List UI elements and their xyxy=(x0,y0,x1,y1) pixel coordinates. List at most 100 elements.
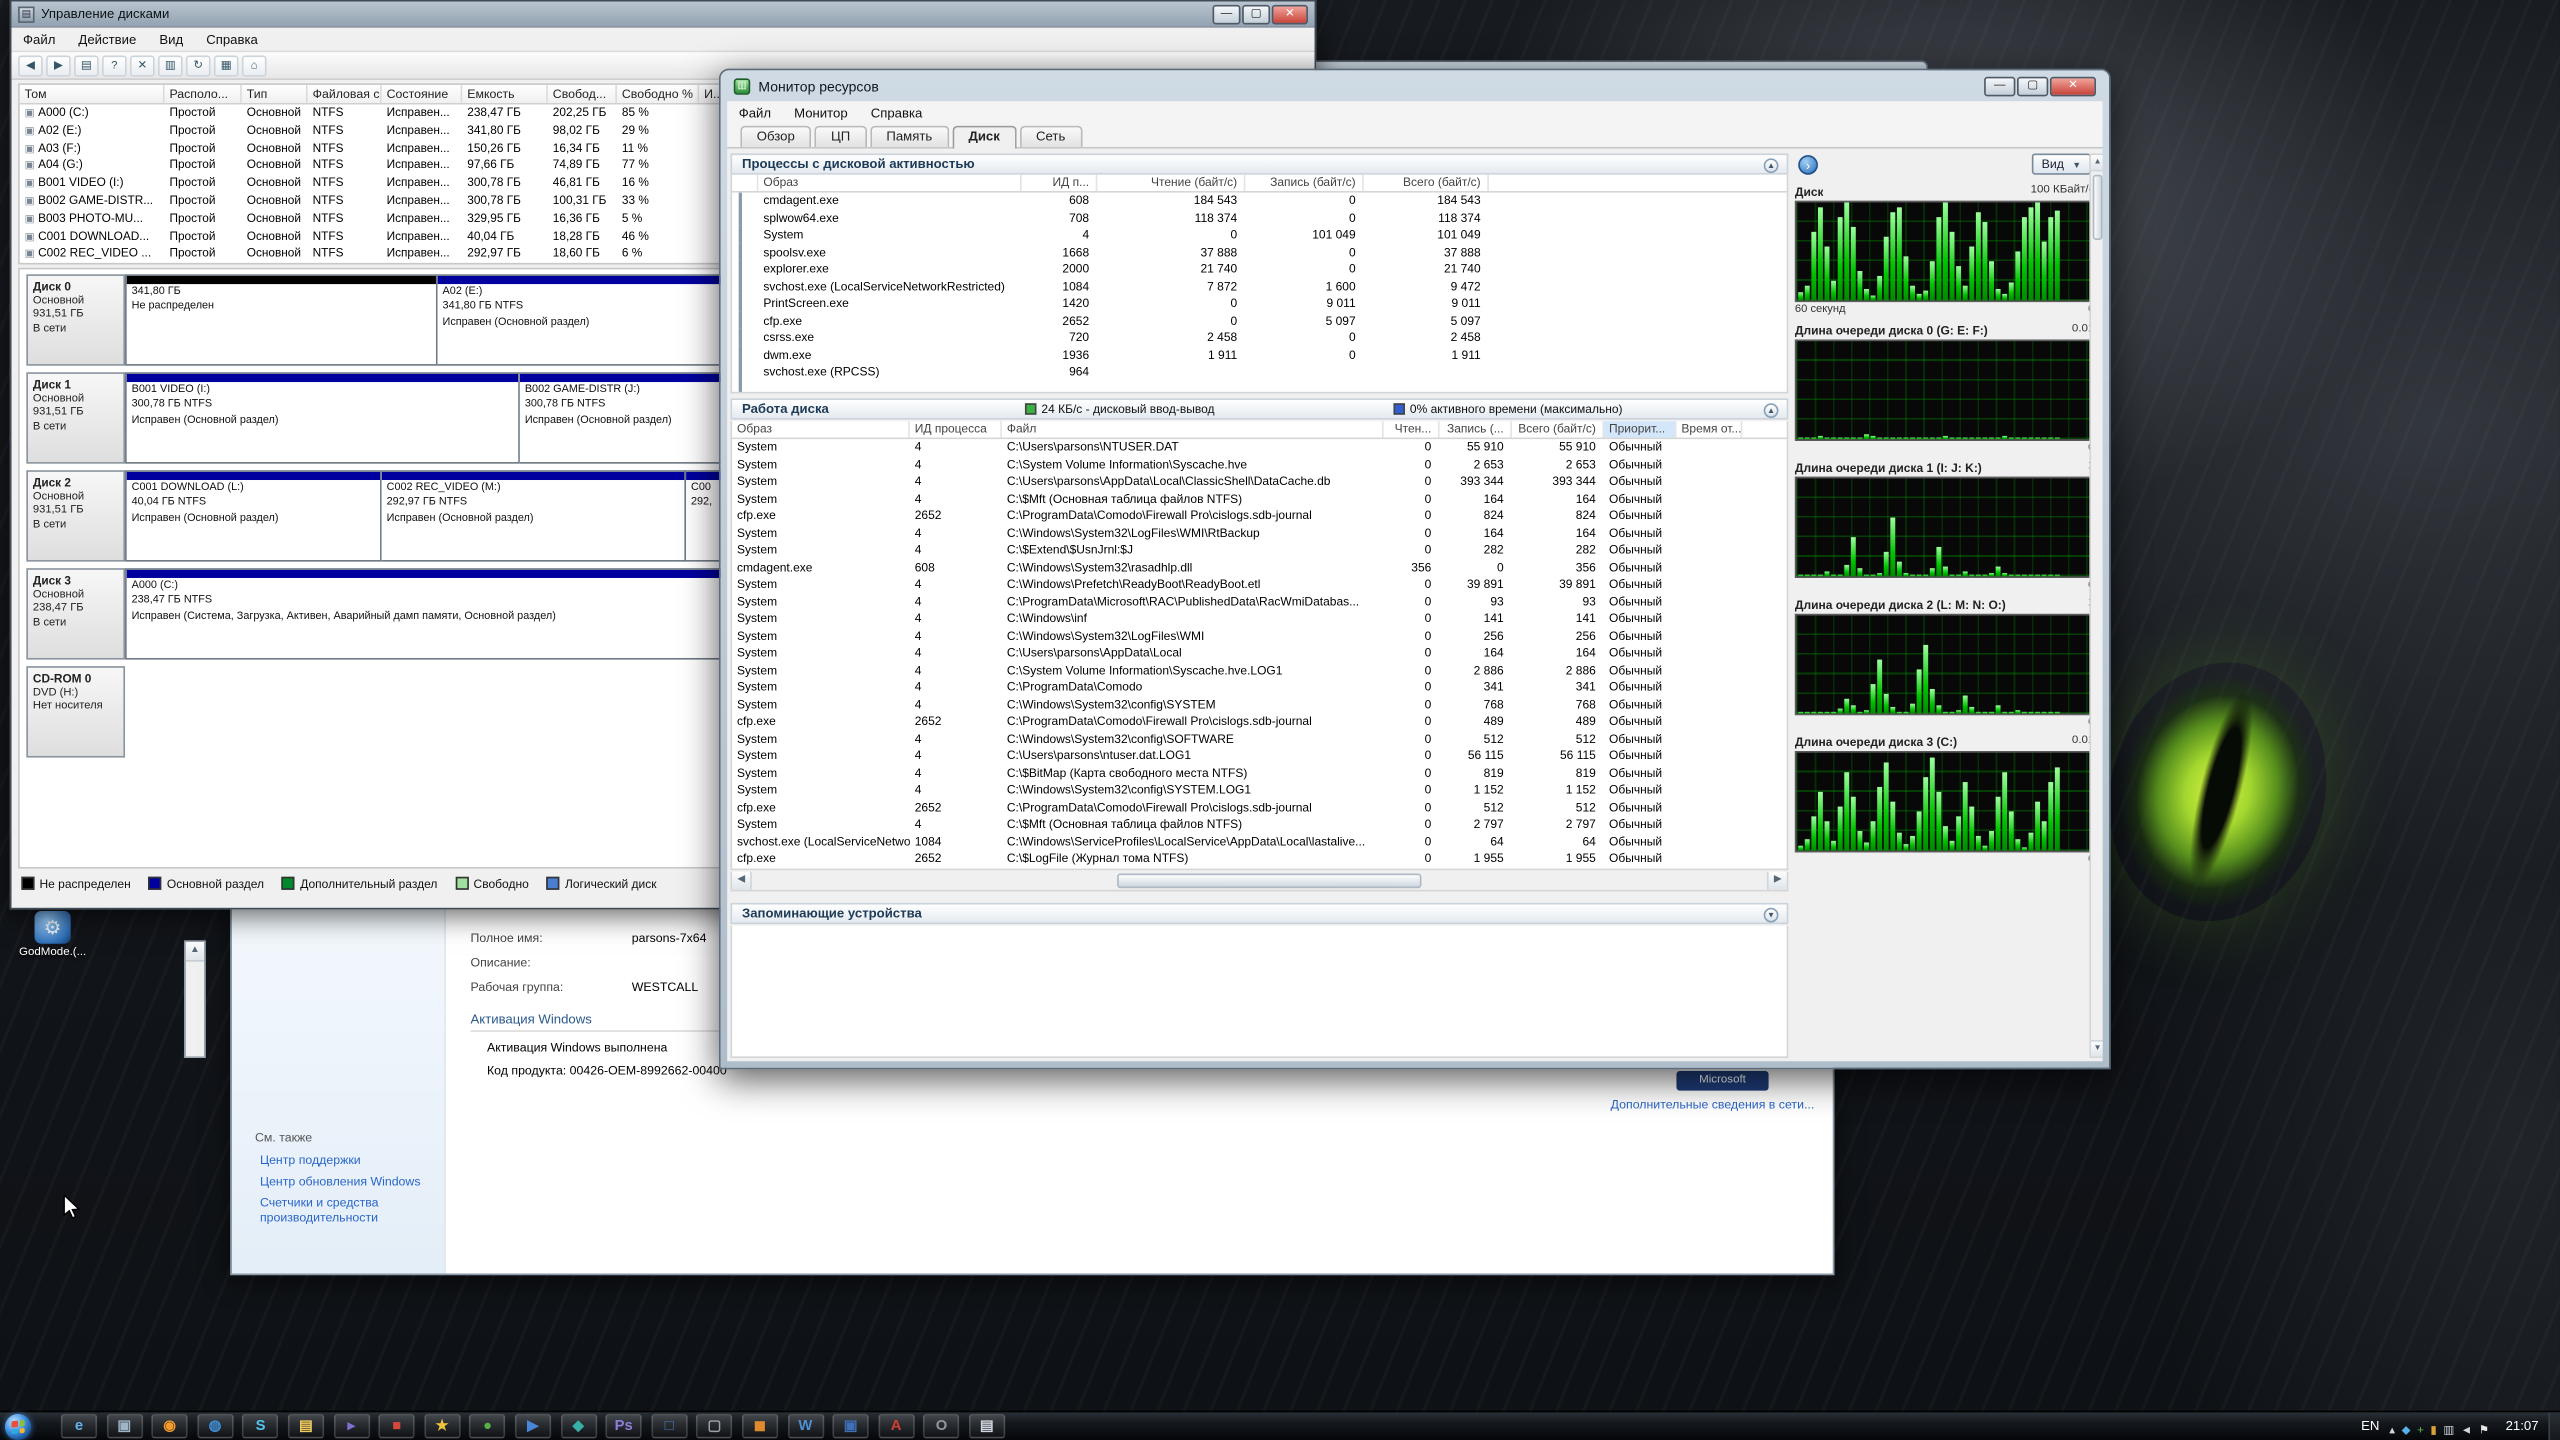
rescan-icon[interactable]: ▦ xyxy=(214,55,239,76)
back-icon[interactable]: ◀ xyxy=(18,55,43,76)
collapse-chevron-icon[interactable]: ▲ xyxy=(1764,158,1779,173)
scrollbar-thumb[interactable] xyxy=(2093,175,2103,240)
desktop-icon-godmode[interactable]: ⚙ GodMode.(... xyxy=(10,911,96,958)
process-row[interactable]: cfp.exe265205 0975 097 xyxy=(732,313,1787,330)
disk-label[interactable]: Диск 0Основной931,51 ГБВ сети xyxy=(26,274,125,365)
language-indicator[interactable]: EN xyxy=(2361,1419,2379,1434)
disk-work-row[interactable]: System4C:\Windows\System32\config\SYSTEM… xyxy=(732,782,1787,799)
disk-work-row[interactable]: System4C:\Windows\inf0141141Обычный xyxy=(732,611,1787,628)
menu-item[interactable]: Файл xyxy=(12,27,67,51)
disk-work-row[interactable]: svchost.exe (LocalServiceNetwo...1084C:\… xyxy=(732,833,1787,850)
background-scrollbar-fragment[interactable]: ▲ xyxy=(184,940,205,1058)
sidebar-link[interactable]: Счетчики и средства производительности xyxy=(260,1195,434,1224)
disk-work-row[interactable]: cfp.exe2652C:\ProgramData\Comodo\Firewal… xyxy=(732,713,1787,730)
taskbar-icon-play-app[interactable]: ▶ xyxy=(515,1414,551,1438)
taskbar-icon-app-red[interactable]: ■ xyxy=(379,1414,415,1438)
disk-work-row[interactable]: System4C:\$Mft (Основная таблица файлов … xyxy=(732,816,1787,833)
disk-work-column-header[interactable]: Образ xyxy=(732,421,910,437)
tab-Обзор[interactable]: Обзор xyxy=(740,126,811,147)
volumes-column-header[interactable]: Свобод... xyxy=(548,85,617,103)
scrollbar-track[interactable] xyxy=(752,872,1767,890)
hidden-icons-chevron-icon[interactable]: ▴ xyxy=(2389,1425,2395,1436)
disk-management-titlebar[interactable]: ▤ Управление дисками — ▢ ✕ xyxy=(12,2,1315,28)
taskbar-icon-app-blue[interactable]: □ xyxy=(651,1414,687,1438)
volumes-column-header[interactable]: Свободно % xyxy=(617,85,699,103)
disk-work-row[interactable]: cfp.exe2652C:\ProgramData\Comodo\Firewal… xyxy=(732,799,1787,816)
disk-work-row[interactable]: System4C:\Windows\System32\LogFiles\WMI\… xyxy=(732,525,1787,542)
disk-work-column-header[interactable]: Файл xyxy=(1002,421,1384,437)
disk-label[interactable]: Диск 2Основной931,51 ГБВ сети xyxy=(26,470,125,561)
taskbar-icon-internet-explorer[interactable]: e xyxy=(61,1414,97,1438)
maximize-button[interactable]: ▢ xyxy=(2017,76,2048,96)
processes-column-header[interactable]: Чтение (байт/с) xyxy=(1097,175,1245,191)
volumes-column-header[interactable]: Состояние xyxy=(382,85,463,103)
show-desktop-button[interactable] xyxy=(2548,1411,2560,1440)
scroll-right-icon[interactable]: ▶ xyxy=(1767,872,1787,890)
sidebar-link[interactable]: Центр поддержки xyxy=(260,1153,434,1168)
taskbar-icon-explorer-folder[interactable]: ▤ xyxy=(288,1414,324,1438)
disk-work-row[interactable]: cfp.exe2652C:\ProgramData\Comodo\Firewal… xyxy=(732,508,1787,525)
disk-work-column-header[interactable]: ИД процесса xyxy=(910,421,1002,437)
menu-item[interactable]: Вид xyxy=(148,27,195,51)
tray-network-icon[interactable]: ▥ xyxy=(2443,1425,2454,1436)
partition-primary[interactable]: C001 DOWNLOAD (L:)40,04 ГБ NTFSИсправен … xyxy=(125,470,382,561)
refresh-icon[interactable]: ↻ xyxy=(186,55,211,76)
disk-work-column-header[interactable]: Всего (байт/с) xyxy=(1512,421,1604,437)
help-icon[interactable]: ? xyxy=(102,55,127,76)
disk-work-row[interactable]: System4C:\ProgramData\Comodo0341341Обычн… xyxy=(732,679,1787,696)
start-button[interactable] xyxy=(5,1413,31,1439)
taskbar-icon-app-gray-2[interactable]: O xyxy=(923,1414,959,1438)
delete-icon[interactable]: ✕ xyxy=(130,55,155,76)
disk-work-column-header[interactable]: Приорит... xyxy=(1604,421,1676,437)
menu-item[interactable]: Монитор xyxy=(783,100,860,124)
taskbar-icon-app-orange[interactable]: ◼ xyxy=(742,1414,778,1438)
tab-Память[interactable]: Память xyxy=(870,126,949,147)
taskbar-icon-app-green[interactable]: ● xyxy=(469,1414,505,1438)
process-row[interactable]: PrintScreen.exe142009 0119 011 xyxy=(732,296,1787,313)
menu-item[interactable]: Файл xyxy=(727,100,782,124)
maximize-button[interactable]: ▢ xyxy=(1242,4,1270,24)
taskbar-icon-app-gray[interactable]: ▢ xyxy=(696,1414,732,1438)
disk-work-row[interactable]: System4C:\Users\parsons\NTUSER.DAT055 91… xyxy=(732,439,1787,456)
close-button[interactable]: ✕ xyxy=(1272,4,1308,24)
volumes-column-header[interactable]: Том xyxy=(20,85,165,103)
processes-column-header[interactable]: ИД п... xyxy=(1022,175,1098,191)
scroll-down-icon[interactable]: ▼ xyxy=(2091,1040,2103,1056)
taskbar-icon-media-player[interactable]: ▸ xyxy=(333,1414,369,1438)
disk-label[interactable]: CD-ROM 0DVD (H:)Нет носителя xyxy=(26,666,125,757)
show-console-tree-icon[interactable]: ▤ xyxy=(74,55,99,76)
disk-work-row[interactable]: System4C:\Windows\System32\LogFiles\WMI0… xyxy=(732,628,1787,645)
process-row[interactable]: svchost.exe (RPCSS)964 xyxy=(732,364,1787,381)
sidebar-link[interactable]: Центр обновления Windows xyxy=(260,1174,434,1189)
process-row[interactable]: spoolsv.exe166837 888037 888 xyxy=(732,244,1787,261)
partition-primary[interactable]: C002 REC_VIDEO (M:)292,97 ГБ NTFSИсправе… xyxy=(382,470,686,561)
taskbar-icon-app-teal[interactable]: ◆ xyxy=(560,1414,596,1438)
close-button[interactable]: ✕ xyxy=(2050,76,2096,96)
disk-work-row[interactable]: System4C:\$Mft (Основная таблица файлов … xyxy=(732,491,1787,508)
scrollbar-thumb[interactable] xyxy=(1117,873,1422,888)
taskbar-icon-firefox[interactable]: ◉ xyxy=(152,1414,188,1438)
volumes-column-header[interactable]: Файловая с... xyxy=(308,85,382,103)
properties-icon[interactable]: ▥ xyxy=(158,55,183,76)
disk-work-column-header[interactable]: Чтен... xyxy=(1384,421,1440,437)
taskbar-icon-photoshop[interactable]: Ps xyxy=(606,1414,642,1438)
tray-flag-icon[interactable]: ⚑ xyxy=(2479,1425,2489,1436)
processes-column-header[interactable] xyxy=(732,175,758,191)
view-dropdown-button[interactable]: Вид▼ xyxy=(2032,153,2091,174)
tray-app-blue-icon[interactable]: ◆ xyxy=(2402,1425,2411,1436)
taskbar-icon-globe-app[interactable]: ◍ xyxy=(197,1414,233,1438)
taskbar-clock[interactable]: 21:07 xyxy=(2506,1419,2539,1434)
menu-item[interactable]: Действие xyxy=(67,27,148,51)
expand-chevron-icon[interactable]: ▼ xyxy=(1764,908,1779,923)
tray-volume-icon[interactable]: ◄ xyxy=(2461,1425,2472,1436)
process-row[interactable]: cmdagent.exe608184 5430184 543 xyxy=(732,193,1787,210)
disk-work-row[interactable]: System4C:\Users\parsons\AppData\Local\Cl… xyxy=(732,473,1787,490)
disk-work-row[interactable]: System4C:\Users\parsons\AppData\Local016… xyxy=(732,645,1787,662)
menu-item[interactable]: Справка xyxy=(859,100,934,124)
disk-work-row[interactable]: System4C:\ProgramData\Microsoft\RAC\Publ… xyxy=(732,593,1787,610)
minimize-button[interactable]: — xyxy=(1984,76,2015,96)
process-row[interactable]: dwm.exe19361 91101 911 xyxy=(732,347,1787,364)
process-row[interactable]: splwow64.exe708118 3740118 374 xyxy=(732,210,1787,227)
tray-shield-icon[interactable]: + xyxy=(2417,1425,2424,1436)
storage-panel-header[interactable]: Запоминающие устройства ▼ xyxy=(730,903,1788,924)
